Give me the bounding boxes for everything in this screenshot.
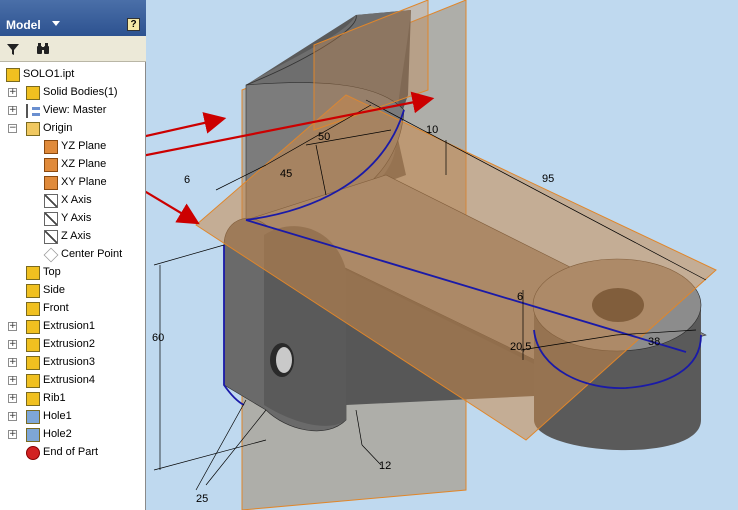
expander-icon[interactable]: −	[8, 124, 17, 133]
folder-icon	[26, 122, 40, 136]
tree-item-view-master[interactable]: + View: Master	[0, 102, 146, 120]
tree-item-label: Center Point	[61, 248, 123, 260]
dim-6-left: 6	[184, 174, 190, 186]
sketch-icon	[26, 266, 40, 280]
rib-icon	[26, 392, 40, 406]
dim-50: 50	[318, 131, 330, 143]
tree-item-extrusion2[interactable]: + Extrusion2	[0, 336, 146, 354]
axis-icon	[44, 194, 58, 208]
browser-toolbar	[0, 36, 146, 62]
expander-icon[interactable]: +	[8, 322, 17, 331]
tree-item-extrusion4[interactable]: + Extrusion4	[0, 372, 146, 390]
tree-item-label: XY Plane	[61, 176, 107, 188]
dim-6-boss: 6	[517, 291, 523, 303]
view-icon	[26, 104, 40, 118]
expander-icon[interactable]: +	[8, 430, 17, 439]
tree-item-label: SOLO1.ipt	[23, 68, 75, 80]
dim-45: 45	[280, 168, 292, 180]
extrusion-icon	[26, 356, 40, 370]
sketch-icon	[26, 302, 40, 316]
tree-item-z-axis[interactable]: Z Axis	[0, 228, 146, 246]
expander-icon[interactable]: +	[8, 340, 17, 349]
tree-item-label: X Axis	[61, 194, 92, 206]
expander-icon[interactable]: +	[8, 412, 17, 421]
tree-item-top[interactable]: Top	[0, 264, 146, 282]
expander-icon[interactable]: +	[8, 394, 17, 403]
dim-60: 60	[152, 332, 164, 344]
tree-item-front[interactable]: Front	[0, 300, 146, 318]
browser-header: Model ?	[0, 0, 146, 36]
tree-item-label: Solid Bodies(1)	[43, 86, 118, 98]
tree-item-label: Top	[43, 266, 61, 278]
tree-item-side[interactable]: Side	[0, 282, 146, 300]
end-of-part-icon	[26, 446, 40, 460]
tree-item-label: Extrusion3	[43, 356, 95, 368]
tree-item-center-point[interactable]: Center Point	[0, 246, 146, 264]
tree-item-extrusion3[interactable]: + Extrusion3	[0, 354, 146, 372]
tree-item-hole2[interactable]: + Hole2	[0, 426, 146, 444]
tree-item-solid-bodies-1[interactable]: + Solid Bodies(1)	[0, 84, 146, 102]
part-icon	[6, 68, 20, 82]
tree-item-label: Hole2	[43, 428, 72, 440]
axis-icon	[44, 230, 58, 244]
tree-item-label: Y Axis	[61, 212, 92, 224]
tree-item-x-axis[interactable]: X Axis	[0, 192, 146, 210]
hole-icon	[26, 410, 40, 424]
dim-38: 38	[648, 336, 660, 348]
expander-icon[interactable]: +	[8, 376, 17, 385]
binoculars-icon[interactable]	[34, 40, 52, 58]
dim-12: 12	[379, 460, 391, 472]
tree-item-label: Extrusion4	[43, 374, 95, 386]
tree-item-y-axis[interactable]: Y Axis	[0, 210, 146, 228]
dim-20-5: 20,5	[510, 341, 531, 353]
dim-10: 10	[426, 124, 438, 136]
tree-item-label: View: Master	[43, 104, 107, 116]
dim-95: 95	[542, 173, 554, 185]
plane-icon	[44, 140, 58, 154]
tree-item-xy-plane[interactable]: XY Plane	[0, 174, 146, 192]
tree-item-label: End of Part	[43, 446, 99, 458]
tree-item-label: Z Axis	[61, 230, 91, 242]
extrusion-icon	[26, 374, 40, 388]
axis-icon	[44, 212, 58, 226]
extrusion-icon	[26, 320, 40, 334]
sketch-icon	[26, 284, 40, 298]
solid-bodies-icon	[26, 86, 40, 100]
tree-item-label: Origin	[43, 122, 73, 134]
tree-item-solo1-ipt[interactable]: SOLO1.ipt	[0, 66, 146, 84]
graphics-viewport[interactable]: 50 10 45 95 6 6 60 20,5 38 12 25	[146, 0, 738, 510]
point-icon	[43, 247, 59, 263]
dim-25: 25	[196, 493, 208, 505]
tree-item-label: Side	[43, 284, 66, 296]
chevron-down-icon[interactable]	[52, 21, 60, 26]
tree-item-label: XZ Plane	[61, 158, 107, 170]
plane-icon	[44, 176, 58, 190]
tree-item-label: Extrusion2	[43, 338, 95, 350]
tree-item-label: Hole1	[43, 410, 72, 422]
tree-item-yz-plane[interactable]: YZ Plane	[0, 138, 146, 156]
expander-icon[interactable]: +	[8, 358, 17, 367]
extrusion-icon	[26, 338, 40, 352]
tree-item-label: Extrusion1	[43, 320, 95, 332]
filter-icon[interactable]	[4, 40, 22, 58]
tree-item-label: Rib1	[43, 392, 66, 404]
tree-item-label: Front	[43, 302, 69, 314]
expander-icon[interactable]: +	[8, 106, 17, 115]
tree-item-origin[interactable]: − Origin	[0, 120, 146, 138]
expander-icon[interactable]: +	[8, 88, 17, 97]
tree-item-end-of-part[interactable]: End of Part	[0, 444, 146, 462]
tree-item-rib1[interactable]: + Rib1	[0, 390, 146, 408]
help-button[interactable]: ?	[127, 18, 140, 31]
hole-icon	[26, 428, 40, 442]
tree-item-extrusion1[interactable]: + Extrusion1	[0, 318, 146, 336]
plane-icon	[44, 158, 58, 172]
browser-title[interactable]: Model	[6, 18, 41, 32]
tree-item-xz-plane[interactable]: XZ Plane	[0, 156, 146, 174]
model-drawing: 50 10 45 95 6 6 60 20,5 38 12 25	[146, 0, 717, 510]
tree-item-hole1[interactable]: + Hole1	[0, 408, 146, 426]
base-hole-inner	[276, 347, 292, 373]
model-browser: Model ? SOLO1.ipt + Solid Bodies(1) + View: …	[0, 0, 146, 510]
tree-item-label: YZ Plane	[61, 140, 107, 152]
